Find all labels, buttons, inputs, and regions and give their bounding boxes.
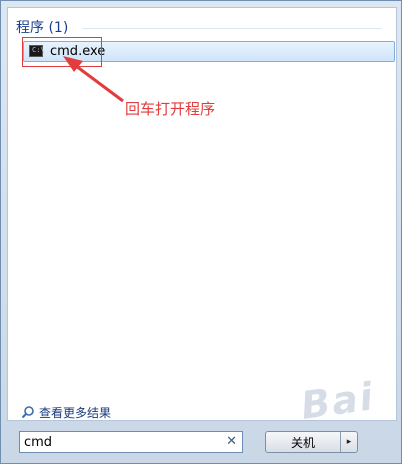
search-input[interactable] bbox=[24, 434, 214, 450]
clear-icon[interactable]: ✕ bbox=[226, 434, 237, 450]
annotation-text: 回车打开程序 bbox=[125, 100, 216, 118]
shutdown-button[interactable]: 关机 bbox=[266, 432, 341, 452]
shutdown-options-arrow[interactable]: ▸ bbox=[341, 432, 357, 452]
start-menu: 程序 (1) C:\ cmd.exe 查看更多结果 回车打开程序 Bai ✕ 关… bbox=[0, 0, 402, 464]
search-box[interactable]: ✕ bbox=[19, 431, 243, 453]
shutdown-group: 关机 ▸ bbox=[265, 431, 358, 453]
